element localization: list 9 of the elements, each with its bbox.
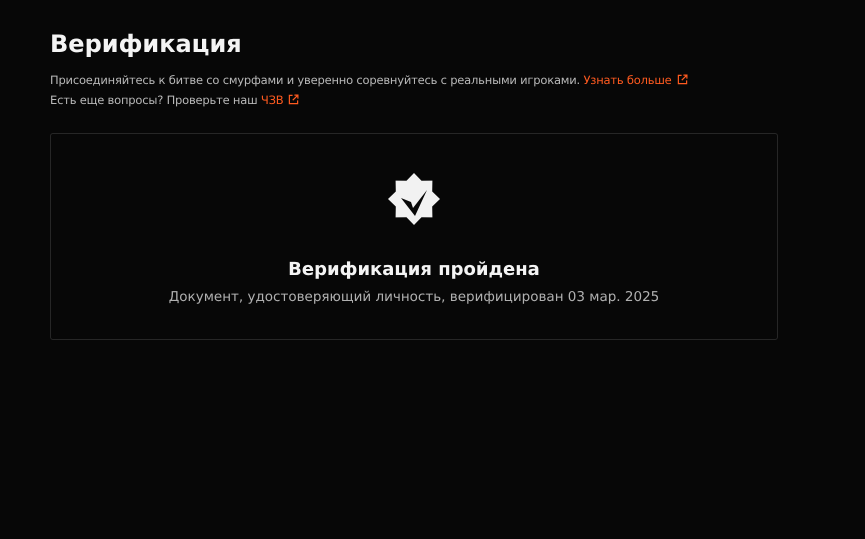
status-description: Документ, удостоверяющий личность, верифицирован 03 мар. 2025 (168, 288, 660, 307)
external-link-icon[interactable] (288, 94, 300, 105)
external-link[interactable]: ЧЗВ (260, 93, 300, 107)
external-link[interactable]: Узнать больше (583, 73, 688, 87)
page-title: Верификация (50, 29, 243, 60)
info-text: Присоединяйтесь к битве со смурфами и уверенно соревнуйтесь с реальными игроками. Узнать больше (50, 70, 778, 90)
external-link-icon[interactable] (676, 74, 688, 85)
info-text: Есть еще вопросы? Проверьте наш ЧЗВ (50, 90, 778, 110)
status-title: Верификация пройдена (288, 258, 540, 282)
